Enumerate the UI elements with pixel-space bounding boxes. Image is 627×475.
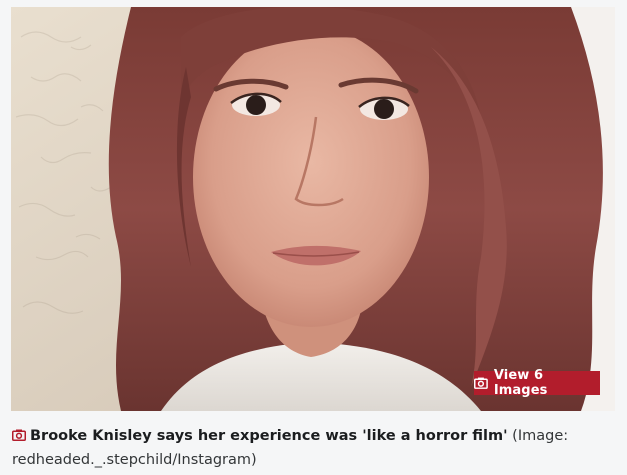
- photo-caption: Brooke Knisley says her experience was '…: [12, 424, 612, 472]
- caption-text: Brooke Knisley says her experience was '…: [30, 428, 508, 444]
- camera-icon: [474, 377, 488, 389]
- view-images-label: View 6 Images: [493, 368, 548, 398]
- portrait-image: [11, 7, 615, 411]
- article-figure: View 6 Images Brooke Knisley says her ex…: [0, 0, 627, 475]
- article-photo[interactable]: View 6 Images: [11, 7, 615, 411]
- camera-icon: [12, 429, 26, 441]
- view-images-button[interactable]: View 6 Images: [474, 368, 600, 398]
